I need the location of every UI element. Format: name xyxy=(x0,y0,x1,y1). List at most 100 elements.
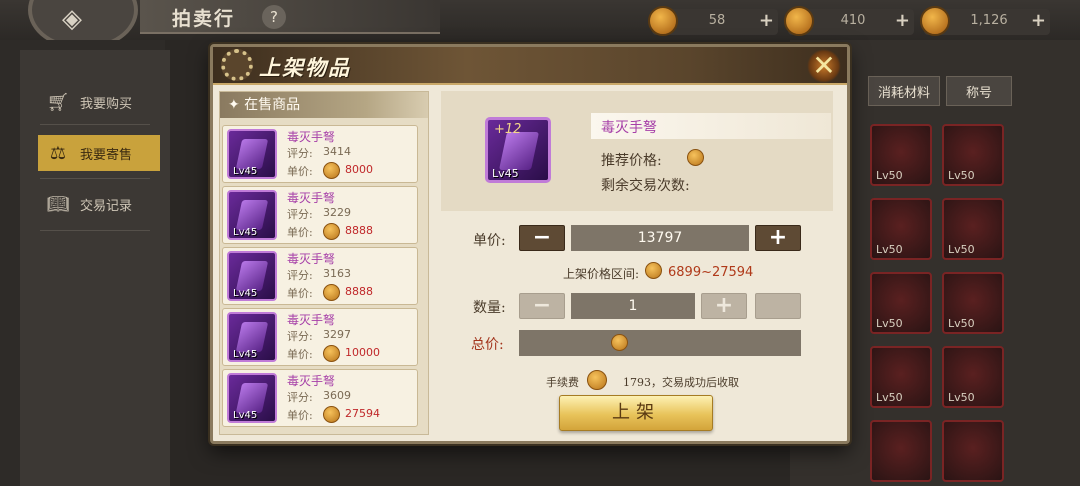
coin-icon xyxy=(323,162,340,179)
sidebar-item-label: 交易记录 xyxy=(80,198,133,214)
score-label: 评分: xyxy=(287,330,313,343)
item-price: 27594 xyxy=(345,407,380,420)
tab-title[interactable]: 称号 xyxy=(946,76,1012,106)
add-resource-button[interactable]: + xyxy=(1031,10,1046,31)
quantity-label: 数量: xyxy=(473,300,506,316)
resource-value: 410 xyxy=(840,13,866,28)
tab-consumables[interactable]: 消耗材料 xyxy=(868,76,940,106)
score-label: 评分: xyxy=(287,208,313,221)
item-price: 8888 xyxy=(345,224,373,237)
price-range-value: 6899~27594 xyxy=(668,265,754,280)
listing-item[interactable]: Lv45 毒灭手弩 评分: 3229 单价: 8888 xyxy=(222,186,418,244)
inventory-slot[interactable]: Lv50 xyxy=(942,198,1004,260)
sidebar-item-history[interactable]: 📖︎ 交易记录 xyxy=(38,186,160,222)
crossbow-icon: Lv45 xyxy=(227,373,277,423)
listing-item[interactable]: Lv45 毒灭手弩 评分: 3414 单价: 8000 xyxy=(222,125,418,183)
inventory-slot[interactable] xyxy=(870,420,932,482)
crossbow-icon: Lv45 xyxy=(227,129,277,179)
item-score: 3297 xyxy=(323,328,351,341)
total-price-label: 总价: xyxy=(471,337,504,353)
crossbow-icon: Lv45 xyxy=(227,251,277,301)
remaining-trades-label: 剩余交易次数: xyxy=(601,178,690,194)
sidebar-item-sell[interactable]: ⚖ 我要寄售 xyxy=(38,135,160,171)
item-level: Lv45 xyxy=(233,227,258,238)
crossbow-icon: +12 Lv45 xyxy=(485,117,551,183)
item-level: Lv45 xyxy=(233,166,258,177)
add-resource-button[interactable]: + xyxy=(895,10,910,31)
price-range-label: 上架价格区间: xyxy=(563,267,640,281)
item-score: 3163 xyxy=(323,267,351,280)
recommended-price-label: 推荐价格: xyxy=(601,153,662,169)
inventory-slot[interactable]: Lv50 xyxy=(942,346,1004,408)
coin-icon xyxy=(323,345,340,362)
enhance-level: +12 xyxy=(494,122,522,137)
crossbow-shape xyxy=(235,261,269,291)
quantity-input[interactable]: 1 xyxy=(571,293,695,319)
listing-modal: 上架物品 ✕ ✦ 在售商品 Lv45 毒灭手弩 评分: 3414 单价: 800… xyxy=(210,44,850,444)
slot-level: Lv50 xyxy=(876,169,903,182)
inventory-slot[interactable] xyxy=(942,420,1004,482)
inventory-slot[interactable]: Lv50 xyxy=(942,124,1004,186)
modal-header: 上架物品 ✕ xyxy=(213,47,847,85)
item-detail: +12 Lv45 毒灭手弩 推荐价格: 剩余交易次数: xyxy=(441,91,833,211)
item-score: 3609 xyxy=(323,389,351,402)
listing-item[interactable]: Lv45 毒灭手弩 评分: 3297 单价: 10000 xyxy=(222,308,418,366)
item-score: 3229 xyxy=(323,206,351,219)
price-label: 单价: xyxy=(287,409,313,422)
crossbow-shape xyxy=(235,383,269,413)
listings-panel: ✦ 在售商品 Lv45 毒灭手弩 评分: 3414 单价: 8000 Lv45 … xyxy=(219,91,429,435)
inventory-slot[interactable]: Lv50 xyxy=(870,346,932,408)
listing-item[interactable]: Lv45 毒灭手弩 评分: 3163 单价: 8888 xyxy=(222,247,418,305)
resource-value: 58 xyxy=(708,13,726,28)
list-item-button[interactable]: 上架 xyxy=(559,395,713,431)
inventory-slot[interactable]: Lv50 xyxy=(870,124,932,186)
slot-level: Lv50 xyxy=(876,317,903,330)
resource-value: 1,126 xyxy=(970,13,1008,28)
price-label: 单价: xyxy=(287,226,313,239)
divider xyxy=(40,230,150,231)
score-label: 评分: xyxy=(287,391,313,404)
inventory-slot[interactable]: Lv50 xyxy=(942,272,1004,334)
listing-item[interactable]: Lv45 毒灭手弩 评分: 3609 单价: 27594 xyxy=(222,369,418,427)
page-title: 拍卖行 xyxy=(172,8,236,30)
help-button[interactable]: ? xyxy=(262,5,286,29)
listings-header: ✦ 在售商品 xyxy=(220,92,428,118)
resource-coin: 1,126 + xyxy=(920,6,1050,36)
diamond-arrow-icon[interactable]: ◈ xyxy=(52,4,92,34)
item-level: Lv45 xyxy=(492,167,519,180)
fee-label: 手续费 xyxy=(546,376,579,389)
coin-icon xyxy=(323,406,340,423)
modal-title: 上架物品 xyxy=(259,55,351,80)
coin-icon xyxy=(687,149,704,166)
close-button[interactable]: ✕ xyxy=(807,49,841,83)
crossbow-icon: Lv45 xyxy=(227,312,277,362)
detail-item-name: 毒灭手弩 xyxy=(601,120,657,136)
crossbow-shape xyxy=(235,200,269,230)
sidebar-item-buy[interactable]: 🛒︎ 我要购买 xyxy=(38,84,160,120)
item-price: 8000 xyxy=(345,163,373,176)
price-label: 单价: xyxy=(287,348,313,361)
quantity-increase-button[interactable]: + xyxy=(701,293,747,319)
add-resource-button[interactable]: + xyxy=(759,10,774,31)
inventory-slot[interactable]: Lv50 xyxy=(870,198,932,260)
item-score: 3414 xyxy=(323,145,351,158)
unit-price-input[interactable]: 13797 xyxy=(571,225,749,251)
item-name: 毒灭手弩 xyxy=(287,374,336,388)
coin-icon xyxy=(323,284,340,301)
coin-icon xyxy=(323,223,340,240)
unit-price-label: 单价: xyxy=(473,233,506,249)
book-icon: 📖︎ xyxy=(46,193,70,215)
quantity-max-button[interactable] xyxy=(755,293,801,319)
price-decrease-button[interactable]: − xyxy=(519,225,565,251)
item-level: Lv45 xyxy=(233,410,258,421)
divider xyxy=(40,178,150,179)
fee-text: 1793，交易成功后收取 xyxy=(623,376,739,389)
price-increase-button[interactable]: + xyxy=(755,225,801,251)
bag-icon xyxy=(648,6,678,36)
resource-bag: 58 + xyxy=(648,6,778,36)
inventory-slot[interactable]: Lv50 xyxy=(870,272,932,334)
item-level: Lv45 xyxy=(233,288,258,299)
quantity-decrease-button[interactable]: − xyxy=(519,293,565,319)
coin-icon xyxy=(920,6,950,36)
score-label: 评分: xyxy=(287,269,313,282)
